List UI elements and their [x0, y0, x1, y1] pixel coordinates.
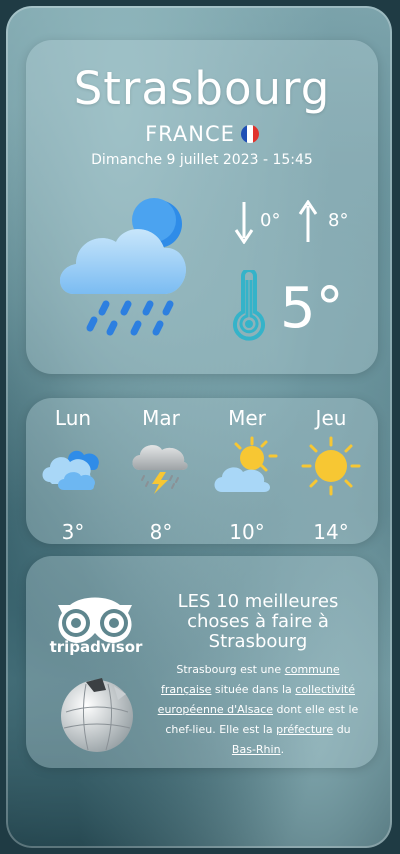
forecast-day: Jeu 14°	[290, 406, 372, 544]
forecast-temperature: 3°	[61, 520, 85, 544]
link-bas-rhin[interactable]: Bas-Rhin	[232, 743, 281, 756]
partly-sunny-icon	[214, 436, 278, 492]
tourism-info-card: tripadvisor LES 10 meilleures choses à f…	[26, 556, 378, 768]
sun-icon	[301, 436, 361, 496]
forecast-temperature: 10°	[229, 520, 265, 544]
wikipedia-globe-icon[interactable]	[56, 672, 138, 754]
forecast-temperature: 8°	[149, 520, 173, 544]
link-prefecture[interactable]: préfecture	[276, 723, 333, 736]
arrow-down-icon	[234, 202, 254, 244]
forecast-temperature: 14°	[313, 520, 349, 544]
forecast-day: Mer 10°	[206, 406, 288, 544]
info-title[interactable]: LES 10 meilleures choses à faire à Stras…	[156, 592, 360, 652]
forecast-day-name: Mer	[228, 406, 266, 430]
tripadvisor-label[interactable]: tripadvisor	[48, 638, 144, 656]
info-description: Strasbourg est une commune française sit…	[156, 660, 360, 760]
country-name: FRANCE	[26, 122, 378, 146]
max-temperature: 8°	[328, 210, 349, 231]
min-temperature: 0°	[260, 210, 281, 231]
current-weather-card: Strasbourg FRANCE Dimanche 9 juillet 202…	[26, 40, 378, 374]
cloud-sun-rain-icon	[60, 198, 186, 336]
date-time: Dimanche 9 juillet 2023 - 15:45	[91, 152, 313, 168]
min-max-temperature: 0° 8°	[234, 200, 374, 246]
france-flag-icon	[240, 125, 259, 143]
forecast-day-name: Lun	[54, 406, 92, 430]
forecast-day: Lun 3°	[32, 406, 114, 544]
thermometer-icon	[233, 270, 265, 341]
info-text: Strasbourg est une	[176, 663, 285, 676]
info-text: .	[280, 743, 285, 756]
info-text: du	[333, 723, 351, 736]
city-name: Strasbourg	[73, 62, 331, 115]
info-text: située dans la	[211, 683, 296, 696]
forecast-day-name: Jeu	[315, 406, 347, 430]
country-label: FRANCE	[145, 122, 235, 146]
forecast-day-name: Mar	[142, 406, 180, 430]
cloudy-icon	[42, 450, 99, 490]
thunderstorm-icon	[132, 445, 188, 494]
arrow-up-icon	[298, 200, 318, 242]
weather-app: Strasbourg FRANCE Dimanche 9 juillet 202…	[6, 6, 392, 848]
forecast-day: Mar 8°	[120, 406, 202, 544]
forecast-card: Lun 3° Mar 8° Mer 10° Jeu 14°	[26, 398, 378, 544]
current-temperature: 5°	[280, 276, 344, 341]
